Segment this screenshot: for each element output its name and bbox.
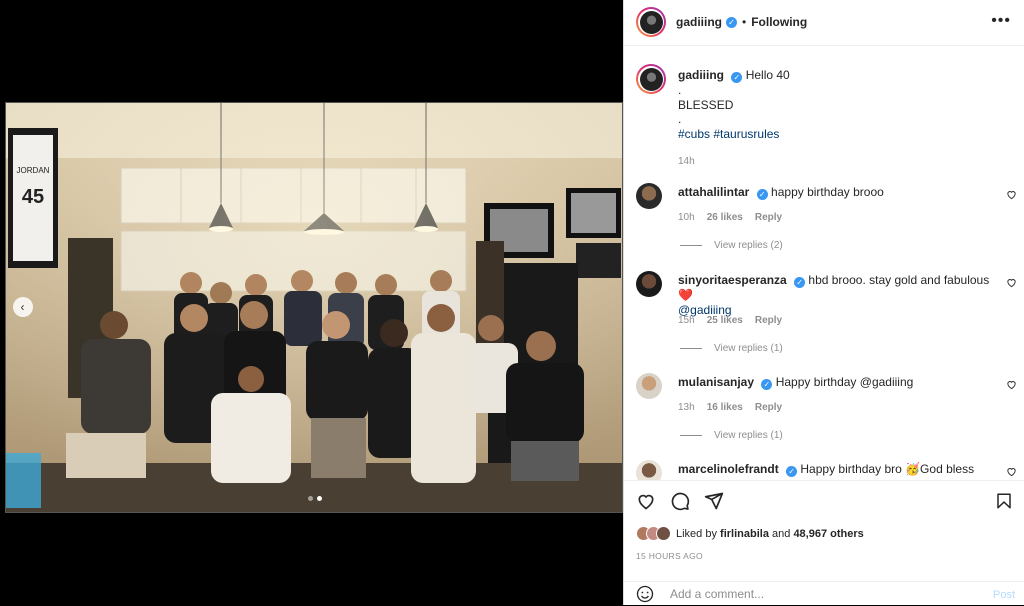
reply-button[interactable]: Reply — [755, 402, 782, 413]
reply-button[interactable]: Reply — [755, 212, 782, 223]
jersey-name: JORDAN — [17, 166, 50, 175]
comment-text: Happy birthday bro 🥳God bless — [800, 462, 975, 476]
commenter-avatar[interactable] — [636, 460, 662, 480]
commenter-avatar[interactable] — [636, 183, 662, 209]
commenter-avatar[interactable] — [636, 271, 662, 297]
heart-icon[interactable] — [1006, 379, 1017, 390]
jersey-number: 45 — [22, 186, 44, 208]
caption-line: . — [678, 112, 682, 126]
emoji-icon[interactable] — [636, 585, 654, 603]
comment-time: 10h — [678, 212, 695, 223]
comment-icon[interactable] — [670, 491, 690, 511]
post-comment-button[interactable]: Post — [993, 589, 1015, 601]
heart-icon[interactable] — [1006, 466, 1017, 477]
comments-list[interactable]: gadiiing ✓ Hello 40 . BLESSED . #cubs #t… — [624, 45, 1024, 480]
view-replies-button[interactable]: View replies (2) — [678, 240, 783, 251]
heart-icon[interactable] — [636, 491, 656, 511]
comment-input[interactable] — [670, 587, 970, 601]
comment-username[interactable]: marcelinolefrandt — [678, 462, 779, 476]
comment-time: 15h — [678, 315, 695, 326]
likes-and: and — [772, 527, 791, 540]
liker-username[interactable]: firlinabila — [720, 528, 769, 540]
verified-icon: ✓ — [761, 379, 773, 390]
likes-prefix: Liked by — [676, 527, 717, 540]
carousel-dot-active — [317, 496, 322, 501]
following-button[interactable]: Following — [751, 15, 807, 29]
caption-line: Hello 40 — [745, 68, 790, 82]
likes-count[interactable]: 48,967 others — [793, 528, 863, 540]
verified-icon: ✓ — [726, 16, 737, 28]
view-replies-button[interactable]: View replies (1) — [678, 343, 783, 354]
verified-icon: ✓ — [731, 72, 743, 83]
post-timestamp: 15 HOURS AGO — [636, 551, 703, 561]
media-pane: JORDAN 45 ‹ — [0, 0, 623, 605]
hashtag-link[interactable]: #taurusrules — [713, 127, 779, 141]
likes-summary[interactable]: Liked by firlinabila and 48,967 others — [636, 526, 864, 541]
caption-line: BLESSED — [678, 97, 734, 112]
share-icon[interactable] — [704, 491, 724, 511]
caption-time: 14h — [678, 156, 695, 167]
verified-icon: ✓ — [756, 189, 768, 200]
comment-likes[interactable]: 26 likes — [707, 212, 743, 223]
view-replies-button[interactable]: View replies (1) — [678, 430, 783, 441]
carousel-dot — [308, 496, 313, 501]
author-avatar[interactable] — [636, 7, 666, 37]
verified-icon: ✓ — [794, 277, 806, 288]
comment-text: happy birthday brooo — [771, 185, 884, 199]
caption-username[interactable]: gadiiing — [678, 68, 724, 82]
verified-icon: ✓ — [786, 466, 798, 477]
post-actions: Liked by firlinabila and 48,967 others 1… — [624, 480, 1024, 605]
author-username[interactable]: gadiiing — [676, 15, 722, 29]
comment-username[interactable]: mulanisanjay — [678, 375, 754, 389]
carousel-prev-button[interactable]: ‹ — [13, 297, 33, 317]
comment-time: 13h — [678, 402, 695, 413]
reply-button[interactable]: Reply — [755, 315, 782, 326]
more-icon[interactable]: ••• — [991, 13, 1011, 29]
comment-composer: Post — [624, 581, 1024, 606]
comment-username[interactable]: attahalilintar — [678, 185, 749, 199]
caption-avatar[interactable] — [636, 64, 666, 94]
post-header: gadiiing ✓ • Following ••• — [624, 0, 1024, 44]
heart-icon[interactable] — [1006, 189, 1017, 200]
comment-likes[interactable]: 25 likes — [707, 315, 743, 326]
bookmark-icon[interactable] — [995, 491, 1013, 511]
chevron-left-icon: ‹ — [20, 300, 25, 314]
header-separator: • — [742, 15, 747, 29]
heart-icon[interactable] — [1006, 277, 1017, 288]
carousel-indicator — [308, 496, 322, 501]
caption-line: . — [678, 83, 682, 97]
hashtag-link[interactable]: #cubs — [678, 127, 710, 141]
commenter-avatar[interactable] — [636, 373, 662, 399]
comment-likes[interactable]: 16 likes — [707, 402, 743, 413]
comment-username[interactable]: sinyoritaesperanza — [678, 273, 787, 287]
post-details-pane: gadiiing ✓ • Following ••• gadiiing ✓ He… — [623, 0, 1024, 605]
comment-text: Happy birthday @gadiiing — [775, 375, 914, 389]
post-photo[interactable]: JORDAN 45 — [5, 102, 623, 513]
instagram-post-modal: JORDAN 45 ‹ gadiiing ✓ • Following ••• g… — [0, 0, 1024, 605]
liker-avatars — [636, 526, 671, 541]
